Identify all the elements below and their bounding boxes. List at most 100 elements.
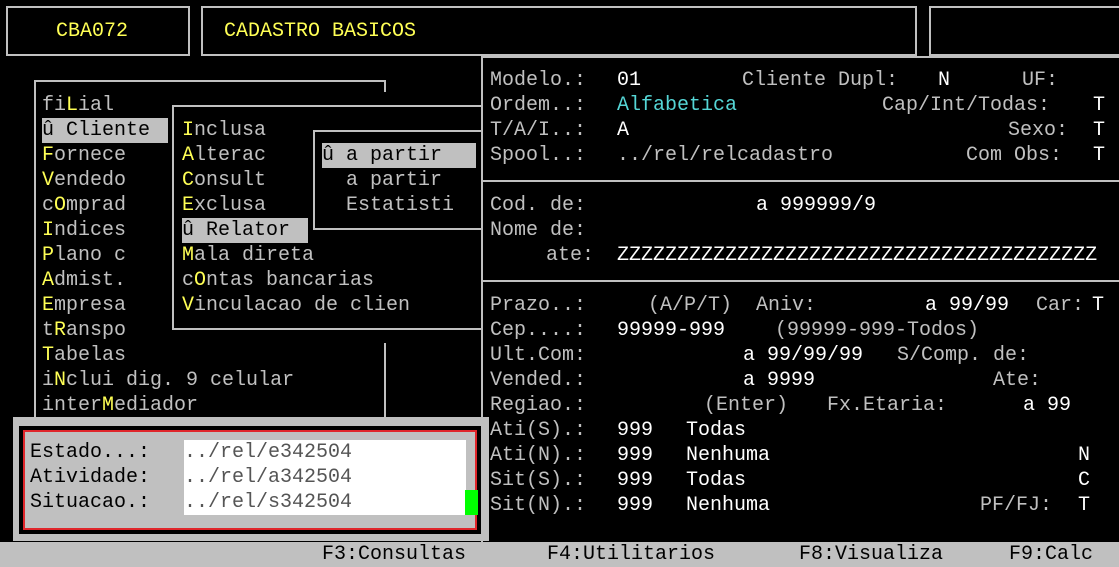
menu-item-label: elator	[218, 219, 291, 242]
ultcom-field[interactable]: a 99/99/99	[743, 343, 863, 368]
sit-s-desc: Todas	[686, 469, 747, 492]
menu-item-label: anspo	[66, 319, 127, 342]
cliente-menu-item[interactable]: Exclusa	[182, 193, 266, 218]
cliente-menu-item[interactable]: Alterac	[182, 143, 266, 168]
situacao-field[interactable]: ../rel/s342504	[184, 490, 466, 515]
relatorio-menu-item[interactable]: a partir	[322, 168, 442, 193]
prazo-label: Prazo..:	[490, 294, 587, 317]
menu-item-label: inculacao de clien	[194, 294, 411, 317]
menu-item-label: onsult	[194, 169, 267, 192]
com-obs-field[interactable]: T	[1093, 143, 1105, 168]
function-key-bar: F3:Consultas F4:Utilitarios F8:Visualiza…	[0, 542, 1119, 567]
menu-item-label: endedo	[54, 169, 127, 192]
aniv-field[interactable]: a 99/99	[925, 293, 1009, 318]
relatorio-menu-item[interactable]: Estatisti	[322, 193, 454, 218]
main-menu-item[interactable]: fiLial	[42, 93, 114, 118]
menu-hotkey: C	[66, 119, 79, 142]
menu-hotkey: R	[206, 219, 219, 242]
cliente-menu-item[interactable]: Mala direta	[182, 243, 314, 268]
sit-n-field[interactable]: 999	[617, 493, 653, 518]
params-divider-1	[481, 180, 1119, 182]
ordem-field[interactable]: Alfabetica	[617, 93, 737, 118]
menu-hotkey: A	[182, 144, 195, 167]
cliente-dupl-field[interactable]: N	[938, 68, 950, 93]
cod-label: Cod. de:	[490, 194, 587, 217]
menu-item-prefix: t	[42, 319, 55, 342]
main-menu-item[interactable]: û Cliente	[42, 118, 168, 143]
sexo-field[interactable]: T	[1093, 118, 1105, 143]
spool-label: Spool..:	[490, 144, 587, 167]
main-menu-item[interactable]: interMediador	[42, 393, 198, 418]
program-code-box: CBA072	[6, 6, 190, 56]
menu-hotkey: V	[182, 294, 195, 317]
menu-hotkey: R	[54, 319, 67, 342]
pffj-field[interactable]: T	[1078, 493, 1090, 518]
main-menu-item[interactable]: Empresa	[42, 293, 126, 318]
uf-label: UF:	[1022, 69, 1059, 92]
aniv-label: Aniv:	[756, 294, 817, 317]
com-obs-label: Com Obs:	[966, 144, 1063, 167]
spool-field[interactable]: ../rel/relcadastro	[617, 143, 833, 168]
cliente-menu-item[interactable]: û Relator	[182, 218, 308, 243]
f3-consultas-key[interactable]: F3:Consultas	[322, 542, 466, 567]
tai-label: T/A/I..:	[490, 119, 587, 142]
cliente-menu-item[interactable]: Inclusa	[182, 118, 266, 143]
cep-hint: (99999-999-Todos)	[775, 319, 980, 342]
ati-n-flag[interactable]: N	[1078, 443, 1090, 468]
main-menu-item[interactable]: Fornece	[42, 143, 126, 168]
atividade-field[interactable]: ../rel/a342504	[184, 465, 466, 490]
atividade-label: Atividade:	[30, 466, 151, 489]
estado-field[interactable]: ../rel/e342504	[184, 440, 466, 465]
modelo-field[interactable]: 01	[617, 68, 641, 93]
prazo-field[interactable]: (A/P/T)	[648, 293, 732, 318]
main-menu-item[interactable]: cOmprad	[42, 193, 126, 218]
main-menu-item[interactable]: iNclui dig. 9 celular	[42, 368, 294, 393]
popup-red-border: Estado...: ../rel/e342504 Atividade: ../…	[23, 430, 478, 530]
ate-field[interactable]: ZZZZZZZZZZZZZZZZZZZZZZZZZZZZZZZZZZZZZZZZ	[617, 243, 1097, 268]
menu-hotkey: P	[42, 244, 55, 267]
main-menu-item[interactable]: Indices	[42, 218, 126, 243]
ati-n-desc: Nenhuma	[686, 444, 771, 467]
menu-item-prefix: c	[182, 269, 195, 292]
menu-item-label: ial	[78, 94, 115, 117]
cod-field[interactable]: a 999999/9	[756, 193, 876, 218]
f4-utilitarios-key[interactable]: F4:Utilitarios	[547, 542, 715, 567]
main-menu-item[interactable]: Admist.	[42, 268, 126, 293]
vended-field[interactable]: a 9999	[743, 368, 815, 393]
cap-field[interactable]: T	[1093, 93, 1105, 118]
sit-n-label: Sit(N).:	[490, 494, 587, 517]
sit-s-field[interactable]: 999	[617, 468, 653, 493]
main-menu-item[interactable]: Plano c	[42, 243, 126, 268]
modelo-label: Modelo.:	[490, 69, 587, 92]
f9-calc-key[interactable]: F9:Calc	[1009, 542, 1093, 567]
main-menu-item[interactable]: tRanspo	[42, 318, 126, 343]
ati-s-desc: Todas	[686, 419, 747, 442]
relatorio-menu-item[interactable]: û a partir	[322, 143, 476, 168]
main-menu-item[interactable]: Tabelas	[42, 343, 126, 368]
car-field[interactable]: T	[1092, 293, 1104, 318]
menu-item-prefix: û	[182, 219, 207, 242]
ati-n-field[interactable]: 999	[617, 443, 653, 468]
spool-popup: Estado...: ../rel/e342504 Atividade: ../…	[13, 417, 489, 541]
cep-field[interactable]: 99999-999	[617, 318, 725, 343]
main-menu-top-border	[34, 80, 386, 82]
menu-hotkey: L	[66, 94, 79, 117]
ati-s-field[interactable]: 999	[617, 418, 653, 443]
cliente-menu-item[interactable]: Consult	[182, 168, 266, 193]
menu-item-label: mprad	[66, 194, 127, 217]
fx-field[interactable]: a 99	[1023, 393, 1071, 418]
pffj-label: PF/FJ:	[980, 494, 1053, 517]
tai-field[interactable]: A	[617, 118, 629, 143]
cliente-menu-item[interactable]: Vinculacao de clien	[182, 293, 410, 318]
menu-hotkey: M	[182, 244, 195, 267]
cliente-menu-item[interactable]: cOntas bancarias	[182, 268, 374, 293]
menu-item-label: ndices	[54, 219, 127, 242]
menu-item-label: ediador	[114, 394, 199, 417]
f8-visualiza-key[interactable]: F8:Visualiza	[799, 542, 943, 567]
ordem-label: Ordem..:	[490, 94, 587, 117]
menu-hotkey: I	[182, 119, 195, 142]
sit-s-flag[interactable]: C	[1078, 468, 1090, 493]
main-menu-item[interactable]: Vendedo	[42, 168, 126, 193]
regiao-field[interactable]: (Enter)	[704, 393, 788, 418]
menu-hotkey: V	[42, 169, 55, 192]
